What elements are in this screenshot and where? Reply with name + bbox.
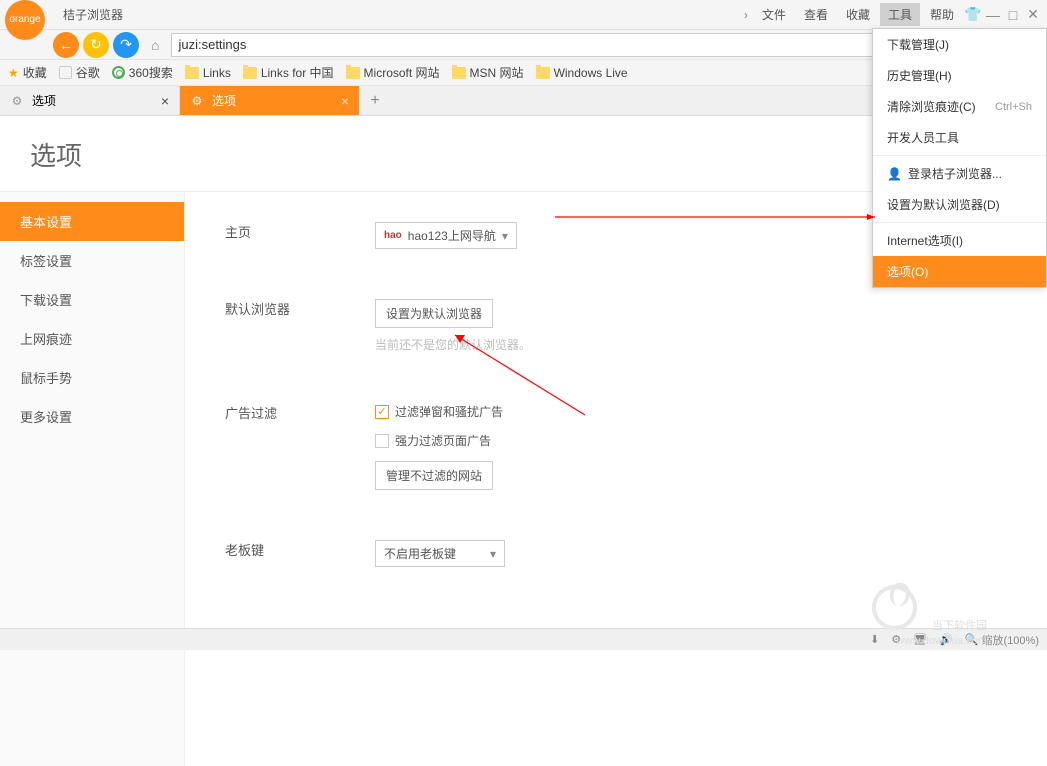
menu-history-manager[interactable]: 历史管理(H) xyxy=(873,60,1046,91)
sidebar-item-tabs[interactable]: 标签设置 xyxy=(0,241,184,280)
refresh-button[interactable]: ↻ xyxy=(83,32,109,58)
menu-clear-browsing[interactable]: 清除浏览痕迹(C) Ctrl+Sh xyxy=(873,91,1046,122)
folder-icon xyxy=(243,67,257,79)
default-browser-label: 默认浏览器 xyxy=(225,299,375,353)
dropdown-arrow-icon: ▾ xyxy=(490,547,496,561)
download-icon[interactable]: ⬇ xyxy=(870,633,879,646)
set-default-browser-button[interactable]: 设置为默认浏览器 xyxy=(375,299,493,328)
dropdown-arrow-icon: ▾ xyxy=(502,229,508,243)
default-browser-hint: 当前还不是您的默认浏览器。 xyxy=(375,336,1007,353)
bookmark-label: Links xyxy=(203,66,231,80)
menu-tools[interactable]: 工具 xyxy=(880,3,920,26)
bookmark-label: Windows Live xyxy=(554,66,628,80)
tab-options-2[interactable]: ⚙ 选项 × xyxy=(180,86,360,115)
sidebar-item-more[interactable]: 更多设置 xyxy=(0,397,184,436)
bookmark-label: 360搜索 xyxy=(129,64,173,81)
bookmark-links[interactable]: Links xyxy=(185,66,231,80)
titlebar: orange 桔子浏览器 › 文件 查看 收藏 工具 帮助 👕 — □ ✕ xyxy=(0,0,1047,30)
folder-icon xyxy=(185,67,199,79)
url-input[interactable] xyxy=(178,37,934,52)
homepage-dropdown[interactable]: hao hao123上网导航 ▾ xyxy=(375,222,517,249)
bookmark-360[interactable]: 360搜索 xyxy=(112,64,173,81)
skin-icon[interactable]: 👕 xyxy=(964,6,982,24)
gear-icon: ⚙ xyxy=(10,94,24,108)
folder-icon xyxy=(346,67,360,79)
menu-download-manager[interactable]: 下载管理(J) xyxy=(873,29,1046,60)
bookmark-google[interactable]: 谷歌 xyxy=(59,64,100,81)
menu-dev-tools[interactable]: 开发人员工具 xyxy=(873,122,1046,153)
window-title: 桔子浏览器 xyxy=(63,6,123,23)
homepage-label: 主页 xyxy=(225,222,375,249)
favorites-button[interactable]: ★ 收藏 xyxy=(8,64,47,81)
maximize-button[interactable]: □ xyxy=(1004,6,1022,24)
bookmark-microsoft[interactable]: Microsoft 网站 xyxy=(346,64,440,81)
star-icon: ★ xyxy=(8,66,19,80)
shortcut-label: Ctrl+Sh xyxy=(995,101,1032,113)
manage-whitelist-button[interactable]: 管理不过滤的网站 xyxy=(375,461,493,490)
menu-login[interactable]: 👤 登录桔子浏览器... xyxy=(873,158,1046,189)
menu-file[interactable]: 文件 xyxy=(754,3,794,26)
menu-set-default[interactable]: 设置为默认浏览器(D) xyxy=(873,189,1046,220)
google-icon xyxy=(59,66,72,79)
new-tab-button[interactable]: + xyxy=(360,86,390,115)
bookmark-windowslive[interactable]: Windows Live xyxy=(536,66,628,80)
hao123-icon: hao xyxy=(384,230,402,241)
bookmark-label: 谷歌 xyxy=(76,64,100,81)
app-logo: orange xyxy=(5,0,45,40)
checkbox-label: 过滤弹窗和骚扰广告 xyxy=(395,403,503,420)
menu-separator xyxy=(873,155,1046,156)
chevron-right-icon: › xyxy=(744,8,748,22)
dropdown-value: hao123上网导航 xyxy=(408,227,496,244)
favorites-label: 收藏 xyxy=(23,64,47,81)
menu-view[interactable]: 查看 xyxy=(796,3,836,26)
settings-sidebar: 基本设置 标签设置 下载设置 上网痕迹 鼠标手势 更多设置 xyxy=(0,192,185,766)
sidebar-item-download[interactable]: 下载设置 xyxy=(0,280,184,319)
person-icon: 👤 xyxy=(887,167,902,181)
boss-key-dropdown[interactable]: 不启用老板键 ▾ xyxy=(375,540,505,567)
tab-close-icon[interactable]: × xyxy=(161,93,169,109)
zoom-label: 缩放(100%) xyxy=(982,632,1039,648)
bookmark-label: Microsoft 网站 xyxy=(364,64,440,81)
tab-label: 选项 xyxy=(212,92,236,109)
status-bar: ⬇ ⚙ 🖥 🔊 🔍 缩放(100%) xyxy=(0,628,1047,650)
gear-icon: ⚙ xyxy=(190,94,204,108)
menu-label: 登录桔子浏览器... xyxy=(908,165,1002,182)
qihoo-icon xyxy=(112,66,125,79)
tab-label: 选项 xyxy=(32,92,56,109)
forward-button[interactable]: ↷ xyxy=(113,32,139,58)
home-icon[interactable]: ⌂ xyxy=(151,37,159,53)
watermark-text: 当下软件园 www.downxia.com xyxy=(897,619,987,648)
tab-options-1[interactable]: ⚙ 选项 × xyxy=(0,86,180,115)
menu-options[interactable]: 选项(O) xyxy=(873,256,1046,287)
bookmark-label: MSN 网站 xyxy=(470,64,524,81)
tab-close-icon[interactable]: × xyxy=(341,93,349,109)
menu-internet-options[interactable]: Internet选项(I) xyxy=(873,225,1046,256)
boss-key-label: 老板键 xyxy=(225,540,375,567)
sidebar-item-history[interactable]: 上网痕迹 xyxy=(0,319,184,358)
dropdown-value: 不启用老板键 xyxy=(384,545,456,562)
menu-help[interactable]: 帮助 xyxy=(922,3,962,26)
menu-separator xyxy=(873,222,1046,223)
ad-strong-checkbox[interactable] xyxy=(375,434,389,448)
menu-label: 清除浏览痕迹(C) xyxy=(887,98,976,115)
close-button[interactable]: ✕ xyxy=(1024,6,1042,24)
checkbox-label: 强力过滤页面广告 xyxy=(395,432,491,449)
folder-icon xyxy=(452,67,466,79)
tools-menu: 下载管理(J) 历史管理(H) 清除浏览痕迹(C) Ctrl+Sh 开发人员工具… xyxy=(872,28,1047,288)
url-bar[interactable]: ☆ xyxy=(171,33,958,57)
menu-favorites[interactable]: 收藏 xyxy=(838,3,878,26)
sidebar-item-gestures[interactable]: 鼠标手势 xyxy=(0,358,184,397)
ad-filter-label: 广告过滤 xyxy=(225,403,375,490)
bookmark-msn[interactable]: MSN 网站 xyxy=(452,64,524,81)
back-button[interactable]: ← xyxy=(53,32,79,58)
ad-popup-checkbox[interactable]: ✓ xyxy=(375,405,389,419)
folder-icon xyxy=(536,67,550,79)
bookmark-label: Links for 中国 xyxy=(261,64,334,81)
sidebar-item-basic[interactable]: 基本设置 xyxy=(0,202,184,241)
minimize-button[interactable]: — xyxy=(984,6,1002,24)
bookmark-links-cn[interactable]: Links for 中国 xyxy=(243,64,334,81)
